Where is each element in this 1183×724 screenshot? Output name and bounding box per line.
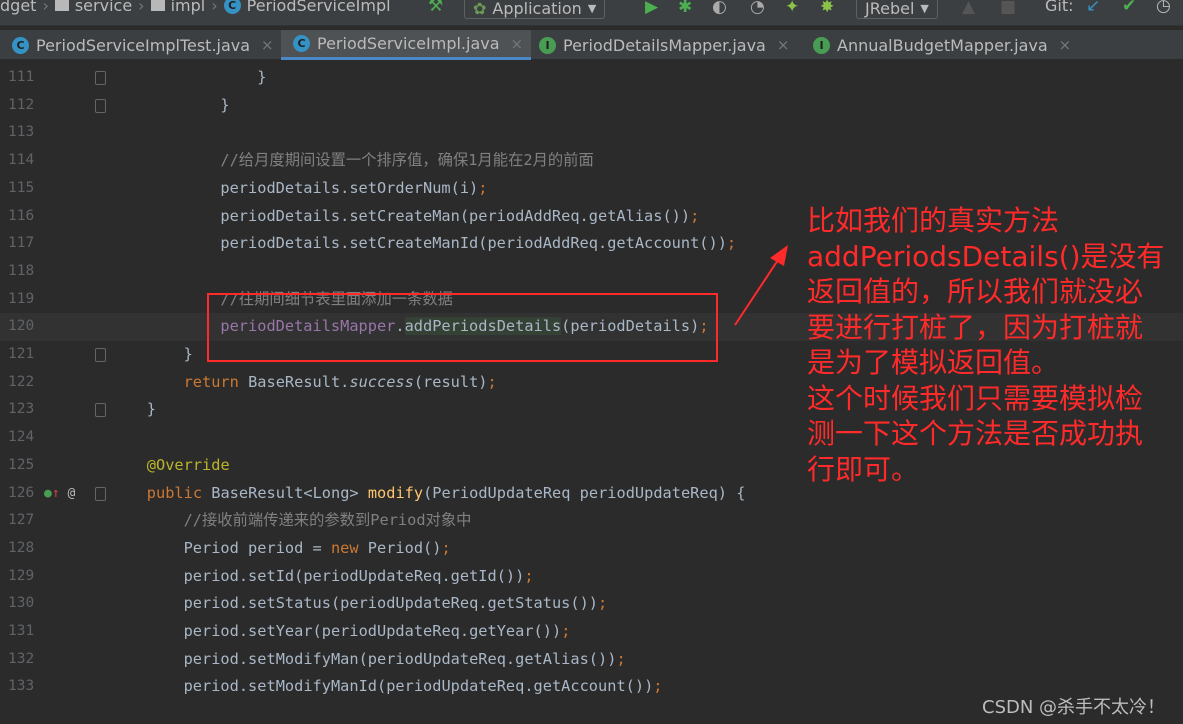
annotation-line: 这个时候我们只需要模拟检 [807,381,1144,415]
annotation-line: addPeriodsDetails()是没有 [807,239,1165,273]
annotation-line: 是为了模拟返回值。 [807,346,1060,379]
annotation-line: 要进行打桩了，因为打桩就 [807,310,1144,344]
annotation-note: 比如我们的真实方法 addPeriodsDetails()是没有 返回值的，所以我们… [807,203,1165,487]
annotation-line: 测一下这个方法是否成功执 [807,417,1144,450]
annotation-line: 返回值的，所以我们就没必 [807,275,1144,308]
annotation-line: 比如我们的真实方法 [807,204,1060,237]
annotation-line: 行即可。 [807,452,920,486]
watermark: CSDN @杀手不太冷！ [982,697,1166,718]
